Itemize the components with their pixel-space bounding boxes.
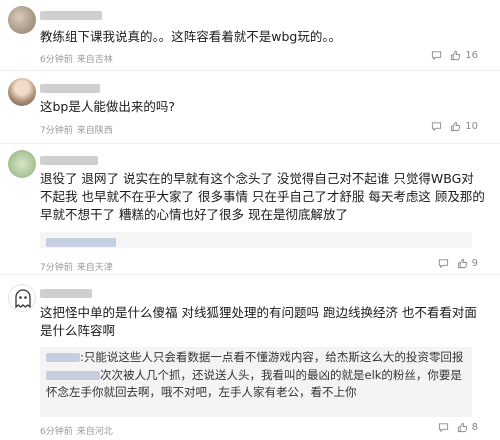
comment-text: 教练组下课我说真的。。这阵容看着就不是wbg玩的。。 bbox=[40, 29, 342, 44]
comment-source: 来自天津 bbox=[76, 263, 113, 273]
comment-time: 7分钟前 bbox=[40, 126, 73, 136]
like-count: 8 bbox=[471, 422, 478, 433]
username-blurred[interactable] bbox=[40, 156, 98, 165]
comment-actions: 9 bbox=[438, 258, 478, 269]
thumbs-up-icon bbox=[457, 422, 467, 433]
thumbs-up-icon bbox=[457, 258, 467, 269]
comment-item: 这把怪中单的是什么傻福 对线狐狸处理的有问题吗 跑边线换经济 也不看看对面是什么… bbox=[0, 275, 500, 440]
reply-preview[interactable] bbox=[40, 232, 472, 248]
comment-time: 7分钟前 bbox=[40, 263, 73, 273]
reply-item[interactable]: 次次被人几个抓，还说送人头，我看叫的最凶的就是elk的粉丝，你要是怀念左手你就回… bbox=[46, 367, 466, 401]
like-button[interactable]: 10 bbox=[450, 121, 478, 132]
comment-meta: 6分钟前 来自河北 bbox=[40, 424, 117, 437]
thumbs-up-icon bbox=[451, 121, 461, 132]
thumbs-up-icon bbox=[451, 50, 461, 61]
comment-actions: 16 bbox=[431, 50, 478, 61]
comment-actions: 8 bbox=[438, 422, 478, 433]
comment-meta: 6分钟前 来自吉林 bbox=[40, 52, 117, 65]
comment-icon[interactable] bbox=[438, 258, 449, 269]
like-count: 9 bbox=[471, 258, 478, 269]
like-count: 10 bbox=[465, 121, 478, 132]
comment-icon[interactable] bbox=[431, 50, 442, 61]
comment-source: 来自陕西 bbox=[76, 126, 113, 136]
reply-box: :只能说这些人只会看数据一点看不懂游戏内容，给杰斯这么大的投资零回报 次次被人几… bbox=[40, 347, 472, 417]
comment-text: 这把怪中单的是什么傻福 对线狐狸处理的有问题吗 跑边线换经济 也不看看对面是什么… bbox=[40, 305, 477, 338]
comment-time: 6分钟前 bbox=[40, 427, 73, 437]
comment-item: 教练组下课我说真的。。这阵容看着就不是wbg玩的。。 6分钟前 来自吉林 16 bbox=[0, 0, 500, 70]
like-button[interactable]: 8 bbox=[457, 422, 478, 433]
avatar[interactable] bbox=[8, 150, 36, 178]
comment-source: 来自河北 bbox=[76, 427, 113, 437]
comment-text: 退役了 退网了 说实在的早就有这个念头了 没觉得自己对不起谁 只觉得WBG对不起… bbox=[40, 171, 485, 222]
like-button[interactable]: 16 bbox=[450, 50, 478, 61]
reply-user-blurred bbox=[46, 353, 80, 362]
reply-user-blurred bbox=[46, 238, 116, 247]
comment-icon[interactable] bbox=[431, 121, 442, 132]
avatar[interactable] bbox=[8, 6, 36, 34]
username-blurred[interactable] bbox=[40, 289, 92, 298]
comment-time: 6分钟前 bbox=[40, 55, 73, 65]
avatar[interactable] bbox=[8, 284, 36, 312]
username-blurred[interactable] bbox=[40, 11, 102, 20]
username-blurred[interactable] bbox=[40, 84, 100, 93]
avatar[interactable] bbox=[8, 78, 36, 106]
comment-item: 退役了 退网了 说实在的早就有这个念头了 没觉得自己对不起谁 只觉得WBG对不起… bbox=[0, 144, 500, 274]
like-count: 16 bbox=[465, 50, 478, 61]
reply-text: 次次被人几个抓，还说送人头，我看叫的最凶的就是elk的粉丝，你要是怀念左手你就回… bbox=[46, 368, 462, 399]
reply-item[interactable]: :只能说这些人只会看数据一点看不懂游戏内容，给杰斯这么大的投资零回报 bbox=[46, 349, 466, 366]
comment-icon[interactable] bbox=[438, 422, 449, 433]
reply-user-blurred bbox=[46, 371, 100, 380]
comment-actions: 10 bbox=[431, 121, 478, 132]
reply-text: :只能说这些人只会看数据一点看不懂游戏内容，给杰斯这么大的投资零回报 bbox=[80, 350, 464, 364]
comment-text: 这bp是人能做出来的吗? bbox=[40, 99, 176, 114]
like-button[interactable]: 9 bbox=[457, 258, 478, 269]
ghost-avatar-icon bbox=[15, 289, 31, 309]
comment-source: 来自吉林 bbox=[76, 55, 113, 65]
comment-meta: 7分钟前 来自天津 bbox=[40, 260, 117, 273]
comment-item: 这bp是人能做出来的吗? 7分钟前 来自陕西 10 bbox=[0, 71, 500, 144]
comment-meta: 7分钟前 来自陕西 bbox=[40, 123, 117, 136]
